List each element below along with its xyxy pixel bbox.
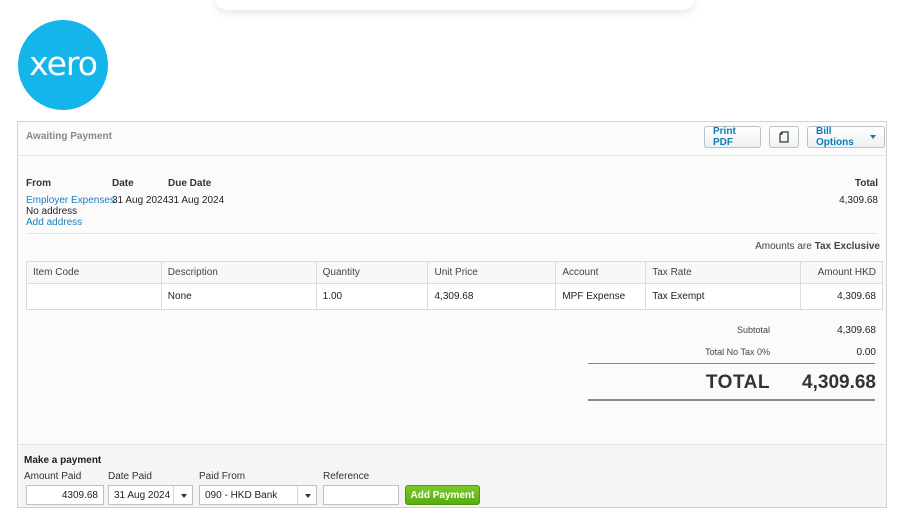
amounts-prefix: Amounts are [755, 241, 812, 252]
no-address-text: No address [26, 206, 78, 217]
total-rule-top [588, 363, 875, 364]
reference-label: Reference [323, 471, 370, 482]
paid-from-select[interactable]: 090 - HKD Bank [199, 485, 317, 505]
col-description: Description [160, 261, 317, 284]
payment-section: Make a payment Amount Paid Date Paid Pai… [18, 444, 886, 507]
top-shadow [215, 0, 695, 10]
logo-text: xero [29, 43, 98, 83]
print-pdf-button[interactable]: Print PDF [704, 126, 761, 148]
line-items-table: Item Code Description Quantity Unit Pric… [26, 261, 883, 310]
add-address-link[interactable]: Add address [26, 217, 82, 228]
bill-due-date: 31 Aug 2024 [168, 195, 225, 206]
col-account: Account [555, 261, 647, 284]
col-amount: Amount HKD [800, 261, 883, 284]
copy-button[interactable] [769, 126, 799, 148]
amounts-are-text: Amounts are Tax Exclusive [755, 241, 880, 252]
cell-item-code [26, 283, 162, 310]
total-rule-bottom [588, 399, 875, 401]
copy-icon [779, 131, 789, 143]
chevron-down-icon [870, 135, 876, 139]
cell-unit-price: 4,309.68 [427, 283, 557, 310]
table-row: None 1.00 4,309.68 MPF Expense Tax Exemp… [26, 283, 883, 310]
table-header-row: Item Code Description Quantity Unit Pric… [26, 261, 883, 284]
amounts-mode: Tax Exclusive [814, 241, 880, 252]
chevron-down-icon[interactable] [181, 494, 187, 498]
date-paid-label: Date Paid [108, 471, 152, 482]
bill-panel: Awaiting Payment Print PDF Bill Options … [17, 121, 887, 508]
reference-input[interactable] [323, 485, 399, 505]
tax-value: 0.00 [856, 347, 876, 358]
divider [26, 233, 878, 234]
cell-account: MPF Expense [555, 283, 647, 310]
bill-header: Awaiting Payment Print PDF Bill Options [18, 122, 886, 156]
col-unit-price: Unit Price [427, 261, 557, 284]
bill-date: 31 Aug 2024 [112, 195, 169, 206]
date-paid-value: 31 Aug 2024 [114, 489, 171, 501]
date-label: Date [112, 178, 134, 189]
cell-amount: 4,309.68 [800, 283, 883, 310]
subtotal-value: 4,309.68 [837, 325, 876, 336]
tax-label: Total No Tax 0% [705, 347, 770, 357]
cell-description: None [160, 283, 317, 310]
col-tax-rate: Tax Rate [645, 261, 802, 284]
grand-total-label: TOTAL [705, 372, 770, 393]
from-contact-link[interactable]: Employer Expenses [26, 195, 115, 206]
bill-options-label: Bill Options [816, 126, 854, 148]
cell-tax-rate: Tax Exempt [645, 283, 802, 310]
subtotal-label: Subtotal [736, 325, 770, 335]
xero-logo: xero [18, 20, 108, 110]
bill-options-button[interactable]: Bill Options [807, 126, 885, 148]
from-label: From [26, 178, 51, 189]
amount-paid-input[interactable]: 4309.68 [26, 485, 104, 505]
due-date-label: Due Date [168, 178, 212, 189]
chevron-down-icon [305, 494, 311, 498]
add-payment-button[interactable]: Add Payment [405, 485, 480, 505]
date-paid-input[interactable]: 31 Aug 2024 [108, 485, 193, 505]
payment-title: Make a payment [24, 455, 102, 466]
bill-total: 4,309.68 [839, 195, 878, 206]
cell-quantity: 1.00 [315, 283, 429, 310]
col-quantity: Quantity [315, 261, 429, 284]
col-item-code: Item Code [26, 261, 162, 284]
divider [173, 486, 174, 504]
paid-from-label: Paid From [199, 471, 246, 482]
grand-total-value: 4,309.68 [802, 372, 876, 393]
paid-from-value: 090 - HKD Bank [205, 489, 278, 501]
total-label: Total [854, 178, 878, 189]
status-label: Awaiting Payment [26, 131, 112, 142]
amount-paid-label: Amount Paid [24, 471, 82, 482]
divider [297, 486, 298, 504]
